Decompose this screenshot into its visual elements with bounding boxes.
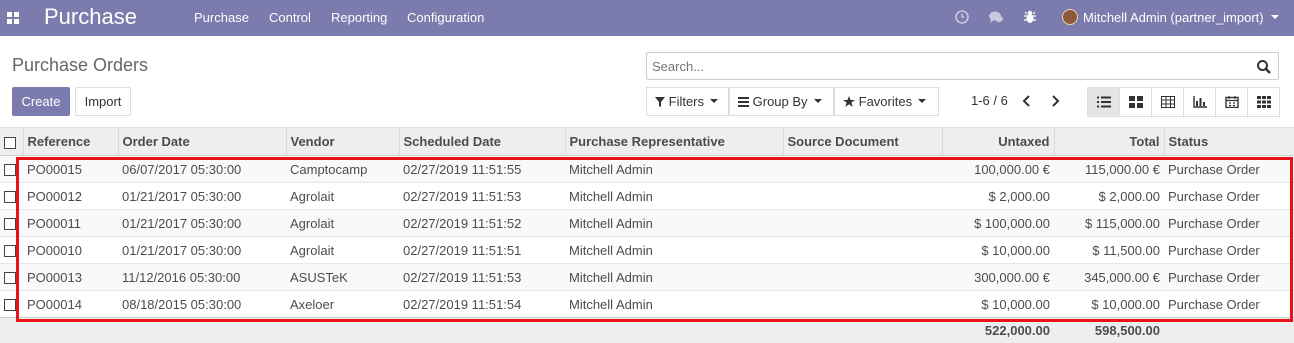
column-header-vendor[interactable]: Vendor [286, 127, 400, 156]
row-checkbox[interactable] [4, 272, 16, 285]
column-header-reference[interactable]: Reference [23, 127, 119, 156]
caret-down-icon [813, 99, 822, 103]
grid-icon [1257, 96, 1271, 108]
row-checkbox[interactable] [4, 191, 16, 204]
filter-icon [655, 97, 665, 107]
list-view-button[interactable] [1087, 87, 1120, 117]
search-bar[interactable]: Search... [646, 52, 1279, 80]
menu-reporting[interactable]: Reporting [331, 10, 387, 25]
row-checkbox[interactable] [4, 164, 16, 177]
apps-menu-icon[interactable] [7, 12, 19, 24]
table-header-row: Reference Order Date Vendor Scheduled Da… [0, 127, 1294, 156]
groupby-button[interactable]: Group By [729, 87, 834, 116]
import-button[interactable]: Import [75, 87, 131, 116]
list-icon [1097, 96, 1111, 108]
user-avatar[interactable] [1062, 9, 1078, 25]
create-button[interactable]: Create [12, 87, 70, 116]
favorites-label: Favorites [858, 94, 913, 109]
search-icon[interactable] [1256, 59, 1272, 75]
chevron-left-icon[interactable] [1021, 94, 1033, 108]
pager-value[interactable]: 1-6 / 6 [971, 93, 1008, 108]
menu-configuration[interactable]: Configuration [407, 10, 484, 25]
chat-icon[interactable] [988, 9, 1004, 25]
star-icon [843, 96, 855, 107]
kanban-icon [1129, 96, 1143, 108]
clock-icon[interactable] [954, 9, 970, 25]
bars-icon [738, 97, 749, 107]
column-header-scheduled-date[interactable]: Scheduled Date [399, 127, 566, 156]
filters-button[interactable]: Filters [646, 87, 729, 116]
page-title: Purchase Orders [12, 55, 149, 75]
menu-control[interactable]: Control [269, 10, 311, 25]
menu-purchase[interactable]: Purchase [194, 10, 249, 25]
filters-label: Filters [668, 94, 705, 109]
activity-view-button[interactable] [1247, 87, 1280, 117]
pivot-view-button[interactable] [1151, 87, 1184, 117]
column-header-status[interactable]: Status [1164, 127, 1294, 156]
groupby-label: Group By [752, 94, 808, 109]
app-title: Purchase [44, 4, 137, 29]
bug-icon[interactable] [1022, 9, 1038, 25]
favorites-button[interactable]: Favorites [834, 87, 939, 116]
select-all-cell[interactable] [0, 127, 24, 156]
user-menu[interactable]: Mitchell Admin (partner_import) [1083, 10, 1264, 25]
table-icon [1161, 96, 1175, 108]
search-input[interactable]: Search... [652, 59, 704, 74]
top-navbar: Purchase Purchase Control Reporting Conf… [0, 0, 1294, 36]
chevron-right-icon[interactable] [1049, 94, 1061, 108]
row-checkbox[interactable] [4, 299, 16, 312]
column-header-order-date[interactable]: Order Date [118, 127, 287, 156]
calendar-icon [1225, 96, 1239, 108]
row-checkbox[interactable] [4, 245, 16, 258]
highlight-box [16, 157, 1293, 322]
graph-view-button[interactable] [1183, 87, 1216, 117]
row-checkbox[interactable] [4, 218, 16, 231]
caret-down-icon [710, 99, 719, 103]
kanban-view-button[interactable] [1119, 87, 1152, 117]
bar-chart-icon [1193, 96, 1207, 108]
select-all-checkbox[interactable] [4, 136, 16, 149]
column-header-total[interactable]: Total [1054, 127, 1165, 156]
chevron-down-icon[interactable] [1271, 15, 1279, 19]
column-header-untaxed[interactable]: Untaxed [942, 127, 1055, 156]
calendar-view-button[interactable] [1215, 87, 1248, 117]
column-header-purchase-representative[interactable]: Purchase Representative [565, 127, 784, 156]
column-header-source-document[interactable]: Source Document [783, 127, 943, 156]
caret-down-icon [918, 99, 927, 103]
